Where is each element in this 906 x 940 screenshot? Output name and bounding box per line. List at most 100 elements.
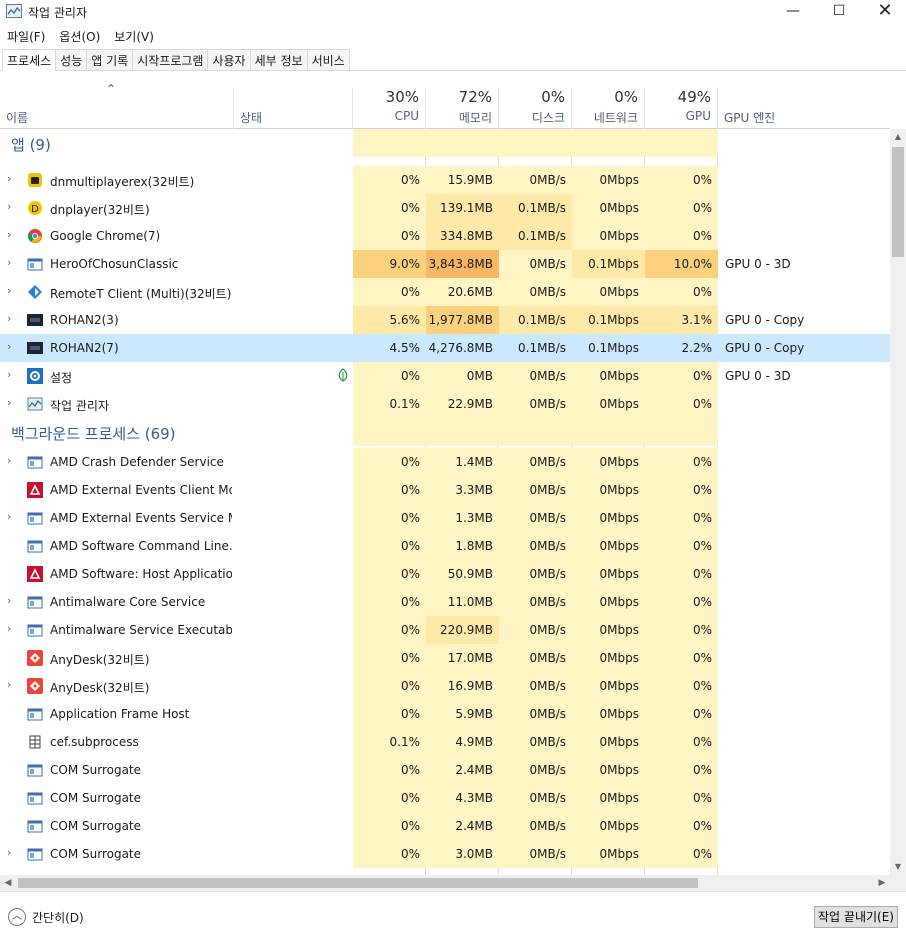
anydesk-icon <box>27 678 43 694</box>
disk-cell: 0MB/s <box>499 672 572 700</box>
header-disk[interactable]: 0% 디스크 <box>499 88 572 129</box>
tab-performance[interactable]: 성능 <box>55 49 88 70</box>
background-row[interactable]: › AnyDesk(32비트) 0% 16.9MB 0MB/s 0Mbps 0% <box>0 672 890 700</box>
background-row[interactable]: AMD Software: Host Application 0% 50.9MB 0M… <box>0 560 890 588</box>
disk-cell: 0MB/s <box>499 728 572 756</box>
vertical-scrollbar[interactable]: ▲ ▼ <box>890 129 906 875</box>
tab-startup[interactable]: 시작프로그램 <box>132 49 209 70</box>
header-gpu[interactable]: 49% GPU <box>645 88 718 129</box>
menu-file[interactable]: 파일(F) <box>0 26 52 46</box>
chrome-icon <box>27 228 43 244</box>
expand-chevron-icon[interactable]: › <box>7 622 11 635</box>
menu-bar: 파일(F) 옵션(O) 보기(V) <box>0 26 161 46</box>
expand-chevron-icon[interactable]: › <box>7 396 11 409</box>
minimize-button[interactable]: — <box>770 0 816 24</box>
expand-chevron-icon[interactable]: › <box>7 200 11 213</box>
close-button[interactable]: ✕ <box>862 0 906 24</box>
fewer-details-button[interactable]: ︿ 간단히(D) <box>8 908 84 926</box>
disk-cell: 0MB/s <box>499 616 572 644</box>
net-cell: 0Mbps <box>572 756 645 784</box>
end-task-button[interactable]: 작업 끝내기(E) <box>814 906 898 928</box>
app-row[interactable]: › ROHAN2(7) 4.5% 4,276.8MB 0.1MB/s 0.1Mbps 2.2… <box>0 334 890 362</box>
mem-cell: 2.4MB <box>426 812 499 840</box>
header-name-label: 이름 <box>6 111 29 125</box>
app-row[interactable]: › RemoteT Client (Multi)(32비트)... 0% 20.6MB… <box>0 278 890 306</box>
scroll-down-icon[interactable]: ▼ <box>890 859 906 875</box>
tab-users[interactable]: 사용자 <box>207 49 251 70</box>
menu-options[interactable]: 옵션(O) <box>52 26 107 46</box>
header-network[interactable]: 0% 네트워크 <box>572 88 645 129</box>
header-status[interactable]: 상태 <box>234 88 353 129</box>
background-row[interactable]: › COM Surrogate 0% 3.0MB 0MB/s 0Mbps 0% <box>0 840 890 868</box>
cpu-cell: 0% <box>353 756 426 784</box>
mem-cell: 3.3MB <box>426 476 499 504</box>
expand-chevron-icon[interactable]: › <box>7 172 11 185</box>
disk-cell: 0MB/s <box>499 278 572 306</box>
expand-chevron-icon[interactable]: › <box>7 678 11 691</box>
group-header-background: 백그라운드 프로세스 (69) <box>0 418 890 446</box>
tab-processes[interactable]: 프로세스 <box>2 49 57 71</box>
net-cell: 0Mbps <box>572 166 645 194</box>
tab-app-history[interactable]: 앱 기록 <box>86 49 134 70</box>
expand-chevron-icon[interactable]: › <box>7 368 11 381</box>
background-row[interactable]: › Antimalware Service Executable 0% 220.9MB… <box>0 616 890 644</box>
background-row[interactable]: › AMD External Events Service M... 0% 1.3MB… <box>0 504 890 532</box>
app-row[interactable]: › HeroOfChosunClassic 9.0% 3,843.8MB 0MB/s 0.… <box>0 250 890 278</box>
expand-chevron-icon[interactable]: › <box>7 594 11 607</box>
background-row[interactable]: AMD Software Command Line... 0% 1.8MB 0MB/s… <box>0 532 890 560</box>
header-gpu-engine[interactable]: GPU 엔진 <box>718 88 890 129</box>
app-row[interactable]: › 작업 관리자 0.1% 22.9MB 0MB/s 0Mbps 0% <box>0 390 890 418</box>
background-row[interactable]: COM Surrogate 0% 2.4MB 0MB/s 0Mbps 0% <box>0 756 890 784</box>
expand-chevron-icon[interactable]: › <box>7 340 11 353</box>
horizontal-scroll-thumb[interactable] <box>18 878 698 888</box>
net-cell: 0Mbps <box>572 616 645 644</box>
background-row[interactable]: cef.subprocess 0.1% 4.9MB 0MB/s 0Mbps 0% <box>0 728 890 756</box>
app-row[interactable]: › Ddnplayer(32비트) 0% 139.1MB 0.1MB/s 0Mbps 0% <box>0 194 890 222</box>
mem-cell: 50.9MB <box>426 560 499 588</box>
expand-chevron-icon[interactable]: › <box>7 228 11 241</box>
expand-chevron-icon[interactable]: › <box>7 284 11 297</box>
disk-cell: 0.1MB/s <box>499 306 572 334</box>
header-memory[interactable]: 72% 메모리 <box>426 88 499 129</box>
background-row[interactable]: COM Surrogate 0% 2.4MB 0MB/s 0Mbps 0% <box>0 812 890 840</box>
cpu-cell: 5.6% <box>353 306 426 334</box>
header-cpu[interactable]: 30% CPU <box>353 88 426 129</box>
vertical-scroll-thumb[interactable] <box>892 147 904 257</box>
background-row[interactable]: AMD External Events Client Mo... 0% 3.3MB 0… <box>0 476 890 504</box>
group-cell-bg <box>353 129 426 157</box>
expand-chevron-icon[interactable]: › <box>7 454 11 467</box>
app-row[interactable]: › 설정 0% 0MB 0MB/s 0Mbps 0% GPU 0 - 3D <box>0 362 890 390</box>
app-row[interactable]: › dnmultiplayerex(32비트) 0% 15.9MB 0MB/s 0Mbps… <box>0 166 890 194</box>
maximize-button[interactable]: ☐ <box>816 0 862 24</box>
expand-chevron-icon[interactable]: › <box>7 256 11 269</box>
tab-services[interactable]: 서비스 <box>306 49 350 70</box>
process-name: AnyDesk(32비트) <box>50 681 150 695</box>
scroll-right-icon[interactable]: ▶ <box>874 875 890 891</box>
background-row[interactable]: AnyDesk(32비트) 0% 17.0MB 0MB/s 0Mbps 0% <box>0 644 890 672</box>
expand-chevron-icon[interactable]: › <box>7 510 11 523</box>
app-row[interactable]: › Google Chrome(7) 0% 334.8MB 0.1MB/s 0Mbps 0% <box>0 222 890 250</box>
menu-view[interactable]: 보기(V) <box>107 26 161 46</box>
horizontal-scrollbar[interactable]: ◀ ▶ <box>0 875 890 891</box>
background-row[interactable]: › AMD Crash Defender Service 0% 1.4MB 0MB/s 0… <box>0 448 890 476</box>
expand-chevron-icon[interactable]: › <box>7 846 11 859</box>
tab-details[interactable]: 세부 정보 <box>249 49 308 70</box>
header-name[interactable]: ⌃ 이름 <box>0 82 234 129</box>
disk-cell: 0MB/s <box>499 840 572 868</box>
scroll-left-icon[interactable]: ◀ <box>0 875 16 891</box>
background-row[interactable]: Application Frame Host 0% 5.9MB 0MB/s 0Mbps 0… <box>0 700 890 728</box>
background-row[interactable]: COM Surrogate 0% 4.3MB 0MB/s 0Mbps 0% <box>0 784 890 812</box>
process-name: ROHAN2(7) <box>50 341 119 355</box>
gpu-cell: 0% <box>645 588 718 616</box>
mem-cell: 11.0MB <box>426 588 499 616</box>
process-name: ROHAN2(3) <box>50 313 119 327</box>
cpu-cell: 0% <box>353 194 426 222</box>
net-cell: 0Mbps <box>572 588 645 616</box>
group-header-background-label: 백그라운드 프로세스 (69) <box>11 425 176 443</box>
disk-cell: 0.1MB/s <box>499 222 572 250</box>
background-row[interactable]: › Antimalware Core Service 0% 11.0MB 0MB/s 0M… <box>0 588 890 616</box>
process-name: AMD External Events Client Mo... <box>50 483 232 497</box>
app-row[interactable]: › ROHAN2(3) 5.6% 1,977.8MB 0.1MB/s 0.1Mbps 3.1… <box>0 306 890 334</box>
scroll-up-icon[interactable]: ▲ <box>890 129 906 145</box>
expand-chevron-icon[interactable]: › <box>7 312 11 325</box>
